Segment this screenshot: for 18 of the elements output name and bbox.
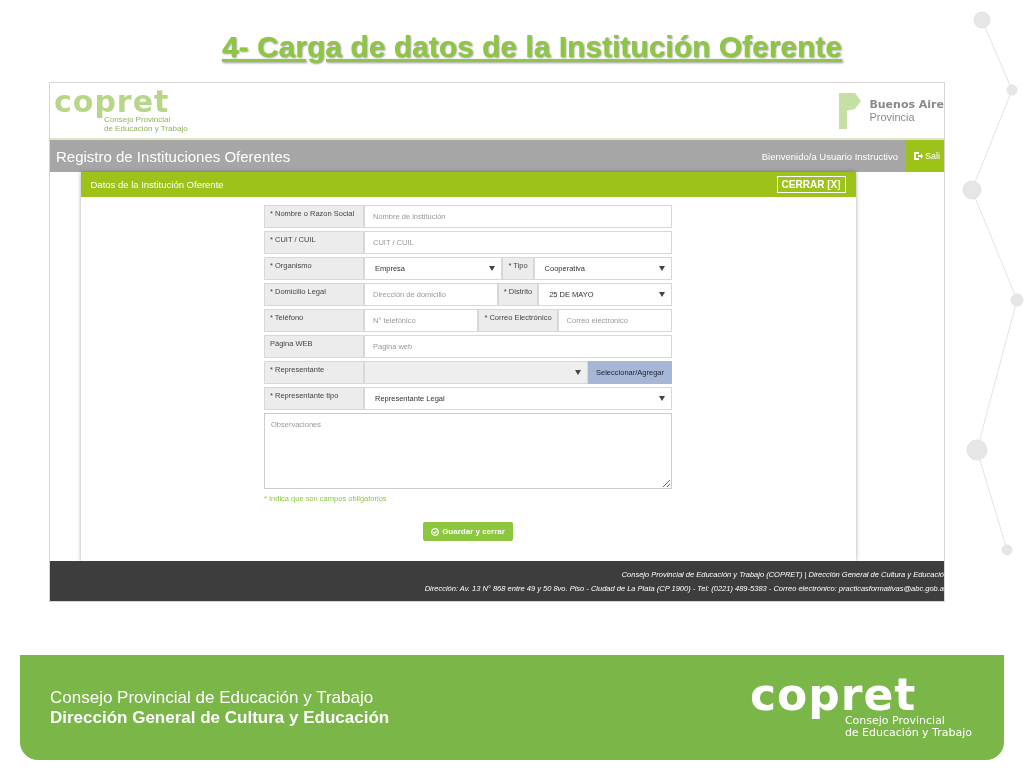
caret-icon [659, 396, 665, 401]
banner-text: Dirección General de Cultura y Educación [50, 707, 390, 728]
caret-icon [489, 266, 496, 271]
caret-icon [575, 370, 582, 375]
banner-text: Consejo Provincial de Educación y Trabajo [50, 687, 375, 708]
logo-subtitle: Consejo Provincial [104, 114, 172, 124]
caret-icon [659, 266, 665, 271]
slide-title: 4- Carga de datos de la Institución Oferente [221, 30, 843, 64]
gov-logo-text: Buenos Aire [869, 98, 944, 111]
welcome-text: Bienvenido/a Usuario Instructivo [761, 150, 898, 162]
caret-icon [659, 292, 665, 297]
logout-icon [914, 152, 923, 160]
check-circle-icon [431, 527, 440, 536]
gov-logo-subtitle: Provincia [869, 111, 916, 123]
logo-subtitle: de Educación y Trabajo [844, 727, 972, 740]
modal-title: Datos de la Institución Oferente [90, 179, 224, 190]
logo-subtitle: de Educación y Trabajo [104, 124, 188, 134]
page-title: Registro de Instituciones Oferentes [56, 147, 292, 165]
